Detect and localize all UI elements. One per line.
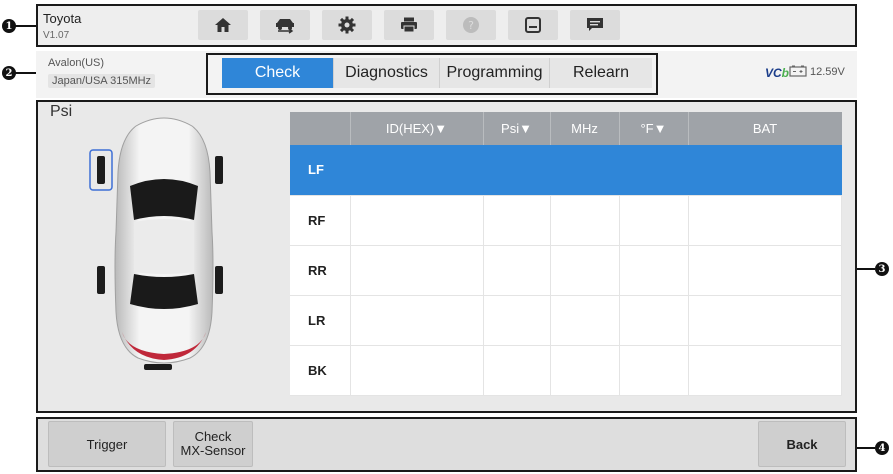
- cell-id: [350, 345, 484, 396]
- cell-temp: [619, 345, 689, 396]
- callout-1-leader: [14, 25, 36, 27]
- cell-mhz: [550, 145, 620, 196]
- check-mx-sensor-line1: Check: [194, 429, 232, 444]
- tire-rr: [215, 266, 223, 294]
- col-position: [290, 112, 351, 145]
- tire-lr: [97, 266, 105, 294]
- cell-temp: [619, 295, 689, 346]
- cell-id: [350, 295, 484, 346]
- tab-relearn[interactable]: Relearn: [550, 58, 652, 88]
- table-row-rf[interactable]: RF: [290, 195, 842, 246]
- cell-psi: [483, 195, 551, 246]
- table-header-row: ID(HEX)▼ Psi▼ MHz °F▼ BAT: [290, 112, 842, 145]
- callout-4: 4: [875, 441, 889, 455]
- col-battery: BAT: [688, 112, 842, 145]
- cell-mhz: [550, 295, 620, 346]
- printer-icon: [401, 17, 417, 33]
- home-button[interactable]: [198, 10, 248, 40]
- help-button[interactable]: ?: [446, 10, 496, 40]
- callout-3: 3: [875, 262, 889, 276]
- cell-id: [350, 195, 484, 246]
- cell-mhz: [550, 345, 620, 396]
- table-row-lf[interactable]: LF: [290, 145, 842, 196]
- vci-status: VCb: [765, 66, 789, 80]
- cell-temp: [619, 195, 689, 246]
- col-temperature[interactable]: °F▼: [619, 112, 689, 145]
- row-position: RF: [290, 195, 351, 246]
- cell-bat: [688, 345, 842, 396]
- save-button[interactable]: [508, 10, 558, 40]
- row-position: LR: [290, 295, 351, 346]
- sensor-table: ID(HEX)▼ Psi▼ MHz °F▼ BAT LF RF RR LR BK: [290, 112, 842, 396]
- callout-3-leader: [857, 268, 875, 270]
- message-button[interactable]: [570, 10, 620, 40]
- home-icon: [215, 18, 231, 32]
- tab-check[interactable]: Check: [222, 58, 334, 88]
- col-mhz: MHz: [550, 112, 620, 145]
- tire-lf: [97, 156, 105, 184]
- screen: 1 2 3 4 Toyota V1.07 ? Avalon(US) Japan/…: [0, 0, 893, 474]
- row-position: BK: [290, 345, 351, 396]
- vci-suffix: b: [781, 66, 790, 80]
- vehicle-model: Avalon(US): [48, 57, 105, 69]
- roof: [134, 219, 194, 274]
- table-row-rr[interactable]: RR: [290, 245, 842, 296]
- cell-mhz: [550, 195, 620, 246]
- tab-programming[interactable]: Programming: [440, 58, 550, 88]
- cell-psi: [483, 145, 551, 196]
- function-tabs: Check Diagnostics Programming Relearn: [222, 58, 652, 88]
- col-psi[interactable]: Psi▼: [483, 112, 551, 145]
- gear-icon: [338, 16, 356, 34]
- pressure-unit-label: Psi: [50, 103, 73, 120]
- row-position: RR: [290, 245, 351, 296]
- message-icon: [587, 18, 603, 31]
- vehicle-swap-icon: [276, 19, 294, 34]
- settings-button[interactable]: [322, 10, 372, 40]
- check-mx-sensor-button[interactable]: Check MX-Sensor: [173, 421, 253, 467]
- cell-mhz: [550, 245, 620, 296]
- cell-bat: [688, 145, 842, 196]
- battery-voltage: 12.59V: [810, 66, 845, 78]
- tire-rf: [215, 156, 223, 184]
- cell-bat: [688, 295, 842, 346]
- row-position: LF: [290, 145, 351, 196]
- vci-prefix: VC: [765, 66, 782, 80]
- vehicle-brand: Toyota: [43, 11, 82, 26]
- vehicle-swap-button[interactable]: [260, 10, 310, 40]
- cell-psi: [483, 295, 551, 346]
- save-icon: [525, 17, 541, 33]
- vehicle-region: Japan/USA 315MHz: [48, 74, 156, 88]
- app-version: V1.07: [43, 30, 70, 41]
- windshield: [130, 179, 198, 220]
- table-row-lr[interactable]: LR: [290, 295, 842, 346]
- print-button[interactable]: [384, 10, 434, 40]
- cell-psi: [483, 345, 551, 396]
- cell-id: [350, 145, 484, 196]
- rear-window: [130, 274, 198, 309]
- callout-4-leader: [857, 447, 875, 449]
- table-row-bk[interactable]: BK: [290, 345, 842, 396]
- battery-icon: [789, 65, 807, 77]
- cell-temp: [619, 145, 689, 196]
- check-mx-sensor-line2: MX-Sensor: [180, 443, 246, 458]
- car-diagram: [89, 117, 223, 370]
- cell-bat: [688, 245, 842, 296]
- help-icon: ?: [463, 17, 479, 33]
- spare-tire: [144, 364, 172, 370]
- cell-id: [350, 245, 484, 296]
- cell-bat: [688, 195, 842, 246]
- col-id-hex[interactable]: ID(HEX)▼: [350, 112, 484, 145]
- top-toolbar: Toyota V1.07 ?: [36, 4, 857, 47]
- cell-temp: [619, 245, 689, 296]
- cell-psi: [483, 245, 551, 296]
- tab-diagnostics[interactable]: Diagnostics: [334, 58, 440, 88]
- svg-text:?: ?: [468, 19, 474, 32]
- trigger-button[interactable]: Trigger: [48, 421, 166, 467]
- back-button[interactable]: Back: [758, 421, 846, 467]
